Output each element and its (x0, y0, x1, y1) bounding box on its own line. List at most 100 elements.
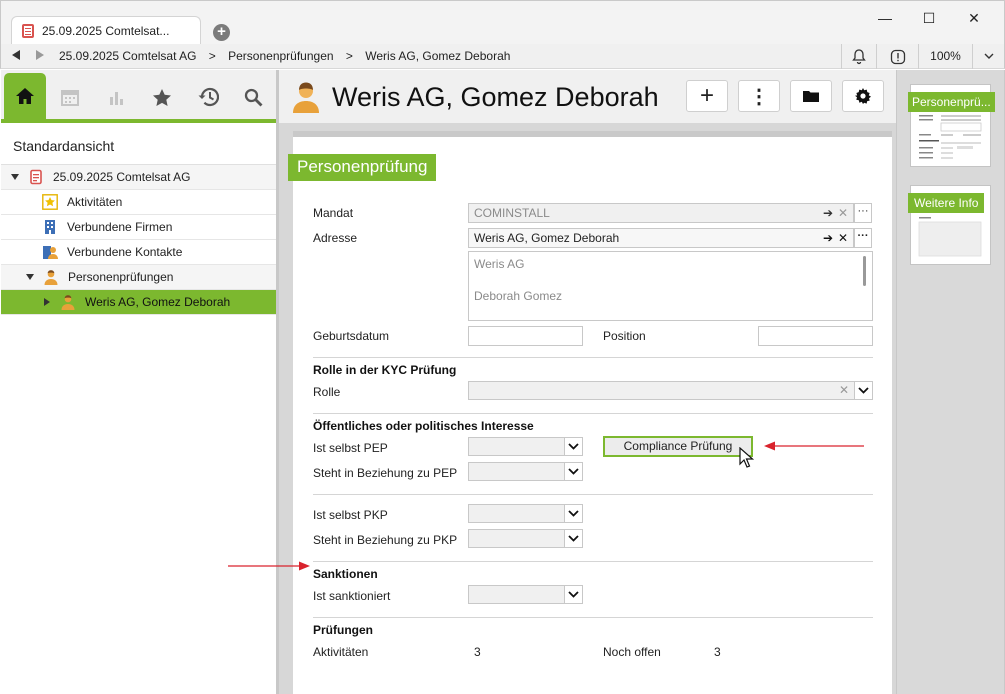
tree-item-label: Aktivitäten (67, 195, 123, 209)
caret-down-icon[interactable] (11, 174, 19, 180)
open-arrow-icon[interactable]: ➔ (823, 229, 833, 247)
more-options-button[interactable]: ⋮ (738, 80, 780, 112)
beziehung-pep-select[interactable] (468, 462, 583, 481)
tab-title: 25.09.2025 Comtelsat... (42, 24, 170, 38)
selbst-pep-label: Ist selbst PEP (313, 441, 388, 455)
sanktioniert-label: Ist sanktioniert (313, 589, 391, 603)
minimize-button[interactable]: — (865, 7, 905, 29)
adresse-label: Adresse (313, 231, 358, 245)
tree-item-label: Verbundene Kontakte (67, 245, 183, 259)
mouse-cursor-icon (739, 447, 755, 468)
breadcrumb-item[interactable]: Weris AG, Gomez Deborah (365, 49, 510, 63)
rolle-select[interactable]: ✕ (468, 381, 873, 400)
mandat-more-button[interactable]: ··· (854, 203, 872, 223)
person-icon (44, 270, 58, 285)
maximize-button[interactable]: ☐ (909, 7, 949, 29)
chevron-down-icon[interactable] (564, 438, 582, 455)
home-tab[interactable] (4, 73, 46, 119)
chevron-down-icon[interactable] (972, 44, 1005, 69)
tree-item-label: 25.09.2025 Comtelsat AG (53, 170, 191, 184)
section-navigator: Personenprü... Weitere Info (896, 70, 1005, 694)
calendar-tab[interactable] (49, 75, 91, 119)
new-tab-icon[interactable]: + (213, 24, 230, 41)
browser-tab[interactable]: 25.09.2025 Comtelsat... (11, 16, 201, 45)
selbst-pkp-select[interactable] (468, 504, 583, 523)
zoom-level[interactable]: 100% (918, 44, 972, 69)
geburtsdatum-label: Geburtsdatum (313, 329, 390, 343)
section-title: Personenprüfung (288, 154, 437, 181)
tree-item-verbundene-firmen[interactable]: Verbundene Firmen (1, 215, 276, 240)
statistics-tab[interactable] (95, 75, 137, 119)
view-title: Standardansicht (13, 138, 115, 154)
settings-button[interactable] (842, 80, 884, 112)
chevron-down-icon[interactable] (564, 530, 582, 547)
add-button[interactable]: + (686, 80, 728, 112)
address-line: Weris AG (474, 257, 525, 271)
tree-item-weris-gomez[interactable]: Weris AG, Gomez Deborah (1, 290, 276, 315)
noch-offen-count: 3 (714, 645, 721, 659)
calendar-icon (61, 90, 79, 106)
divider (313, 357, 873, 358)
favorites-tab[interactable] (141, 75, 183, 119)
chevron-down-icon[interactable] (854, 382, 872, 399)
close-button[interactable]: ✕ (954, 7, 994, 29)
breadcrumb-item[interactable]: 25.09.2025 Comtelsat AG (59, 49, 196, 63)
clear-icon[interactable]: ✕ (838, 229, 848, 247)
caret-right-icon[interactable] (44, 298, 50, 306)
thumbnail-preview (918, 217, 982, 257)
clear-icon[interactable]: ✕ (838, 204, 848, 222)
breadcrumb: 25.09.2025 Comtelsat AG > Personenprüfun… (59, 49, 519, 63)
adresse-more-button[interactable]: ··· (854, 228, 872, 248)
nav-tabs (1, 70, 276, 123)
breadcrumb-separator: > (345, 49, 353, 63)
tree-item-label: Weris AG, Gomez Deborah (85, 295, 231, 309)
pep-header: Öffentliches oder politisches Interesse (313, 419, 534, 433)
position-field[interactable] (758, 326, 873, 346)
address-line: Deborah Gomez (474, 289, 563, 303)
open-arrow-icon[interactable]: ➔ (823, 204, 833, 222)
navigation-tree: 25.09.2025 Comtelsat AG Aktivitäten Verb… (1, 164, 276, 315)
alert-icon[interactable] (876, 44, 918, 69)
chevron-down-icon[interactable] (564, 463, 582, 480)
sanktioniert-select[interactable] (468, 585, 583, 604)
forward-arrow-icon[interactable] (36, 50, 44, 60)
beziehung-pkp-label: Steht in Beziehung zu PKP (313, 533, 458, 547)
mandat-field[interactable]: COMINSTALL ➔ ✕ (468, 203, 854, 223)
thumb-label: Personenprü... (908, 92, 995, 112)
folder-button[interactable] (790, 80, 832, 112)
position-label: Position (603, 329, 646, 343)
search-tab[interactable] (232, 75, 274, 119)
history-icon (198, 87, 219, 107)
scrollbar-thumb[interactable] (863, 256, 866, 286)
record-body: Personenprüfung Mandat COMINSTALL ➔ ✕ ··… (279, 123, 896, 694)
caret-down-icon[interactable] (26, 274, 34, 280)
back-arrow-icon[interactable] (12, 50, 20, 60)
navigation-panel: Standardansicht 25.09.2025 Comtelsat AG … (1, 70, 276, 693)
tree-item-aktivitaeten[interactable]: Aktivitäten (1, 190, 276, 215)
selbst-pep-select[interactable] (468, 437, 583, 456)
person-icon (293, 82, 319, 113)
chevron-down-icon[interactable] (564, 586, 582, 603)
compliance-pruefung-button[interactable]: Compliance Prüfung (603, 436, 753, 457)
history-tab[interactable] (187, 75, 229, 119)
tree-item-verbundene-kontakte[interactable]: Verbundene Kontakte (1, 240, 276, 265)
geburtsdatum-field[interactable] (468, 326, 583, 346)
thumb-personenpruefung[interactable]: Personenprü... (908, 84, 995, 167)
divider (313, 494, 873, 495)
breadcrumb-item[interactable]: Personenprüfungen (228, 49, 333, 63)
tree-item-personenpruefungen[interactable]: Personenprüfungen (1, 265, 276, 290)
tree-item-label: Verbundene Firmen (67, 220, 173, 234)
adresse-value: Weris AG, Gomez Deborah (474, 231, 620, 245)
thumbnail-preview (919, 115, 982, 159)
beziehung-pkp-select[interactable] (468, 529, 583, 548)
clear-icon[interactable]: ✕ (839, 383, 849, 397)
activity-star-icon (42, 194, 58, 210)
thumb-weitere-info[interactable]: Weitere Info (908, 185, 991, 265)
adresse-field[interactable]: Weris AG, Gomez Deborah ➔ ✕ (468, 228, 854, 248)
tree-item-mandate[interactable]: 25.09.2025 Comtelsat AG (1, 165, 276, 190)
chevron-down-icon[interactable] (564, 505, 582, 522)
gear-icon (855, 88, 871, 104)
bell-icon[interactable] (841, 44, 876, 69)
address-textarea[interactable]: Weris AG Deborah Gomez (468, 251, 873, 321)
thumb-label: Weitere Info (908, 193, 985, 213)
